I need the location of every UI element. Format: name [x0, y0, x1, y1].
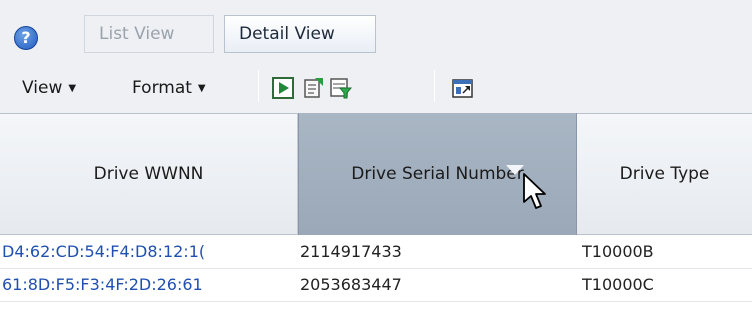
play-icon[interactable] — [272, 77, 294, 99]
toolbar-separator — [258, 70, 259, 102]
format-menu-label: Format — [132, 78, 192, 98]
drive-type-cell: T10000C — [582, 275, 654, 294]
tab-detail-view[interactable]: Detail View — [224, 15, 376, 53]
export-icon[interactable] — [302, 77, 324, 99]
tab-list-view[interactable]: List View — [84, 15, 214, 53]
drive-wwnn-link[interactable]: 61:8D:F5:F3:4F:2D:26:61 — [2, 269, 298, 301]
drive-wwnn-link[interactable]: D4:62:CD:54:F4:D8:12:1( — [2, 236, 298, 268]
column-header-drive-wwnn[interactable]: Drive WWNN — [0, 113, 298, 235]
table-row[interactable]: D4:62:CD:54:F4:D8:12:1( 2114917433 T1000… — [0, 236, 752, 269]
drive-serial-number-cell: 2114917433 — [300, 242, 402, 261]
mouse-cursor-icon — [523, 173, 546, 209]
help-icon[interactable]: ? — [14, 26, 38, 50]
view-menu-label: View — [22, 78, 63, 98]
filter-icon[interactable] — [330, 77, 352, 99]
column-header-drive-type[interactable]: Drive Type — [577, 113, 752, 235]
chevron-down-icon: ▼ — [68, 83, 77, 94]
drive-serial-number-cell: 2053683447 — [300, 275, 402, 294]
chevron-down-icon: ▼ — [197, 83, 206, 94]
detach-icon[interactable] — [452, 77, 474, 99]
toolbar-separator — [434, 70, 435, 102]
table-row[interactable]: 61:8D:F5:F3:4F:2D:26:61 2053683447 T1000… — [0, 269, 752, 302]
format-menu[interactable]: Format ▼ — [132, 76, 206, 100]
view-menu[interactable]: View ▼ — [22, 76, 76, 100]
drive-type-cell: T10000B — [582, 242, 654, 261]
